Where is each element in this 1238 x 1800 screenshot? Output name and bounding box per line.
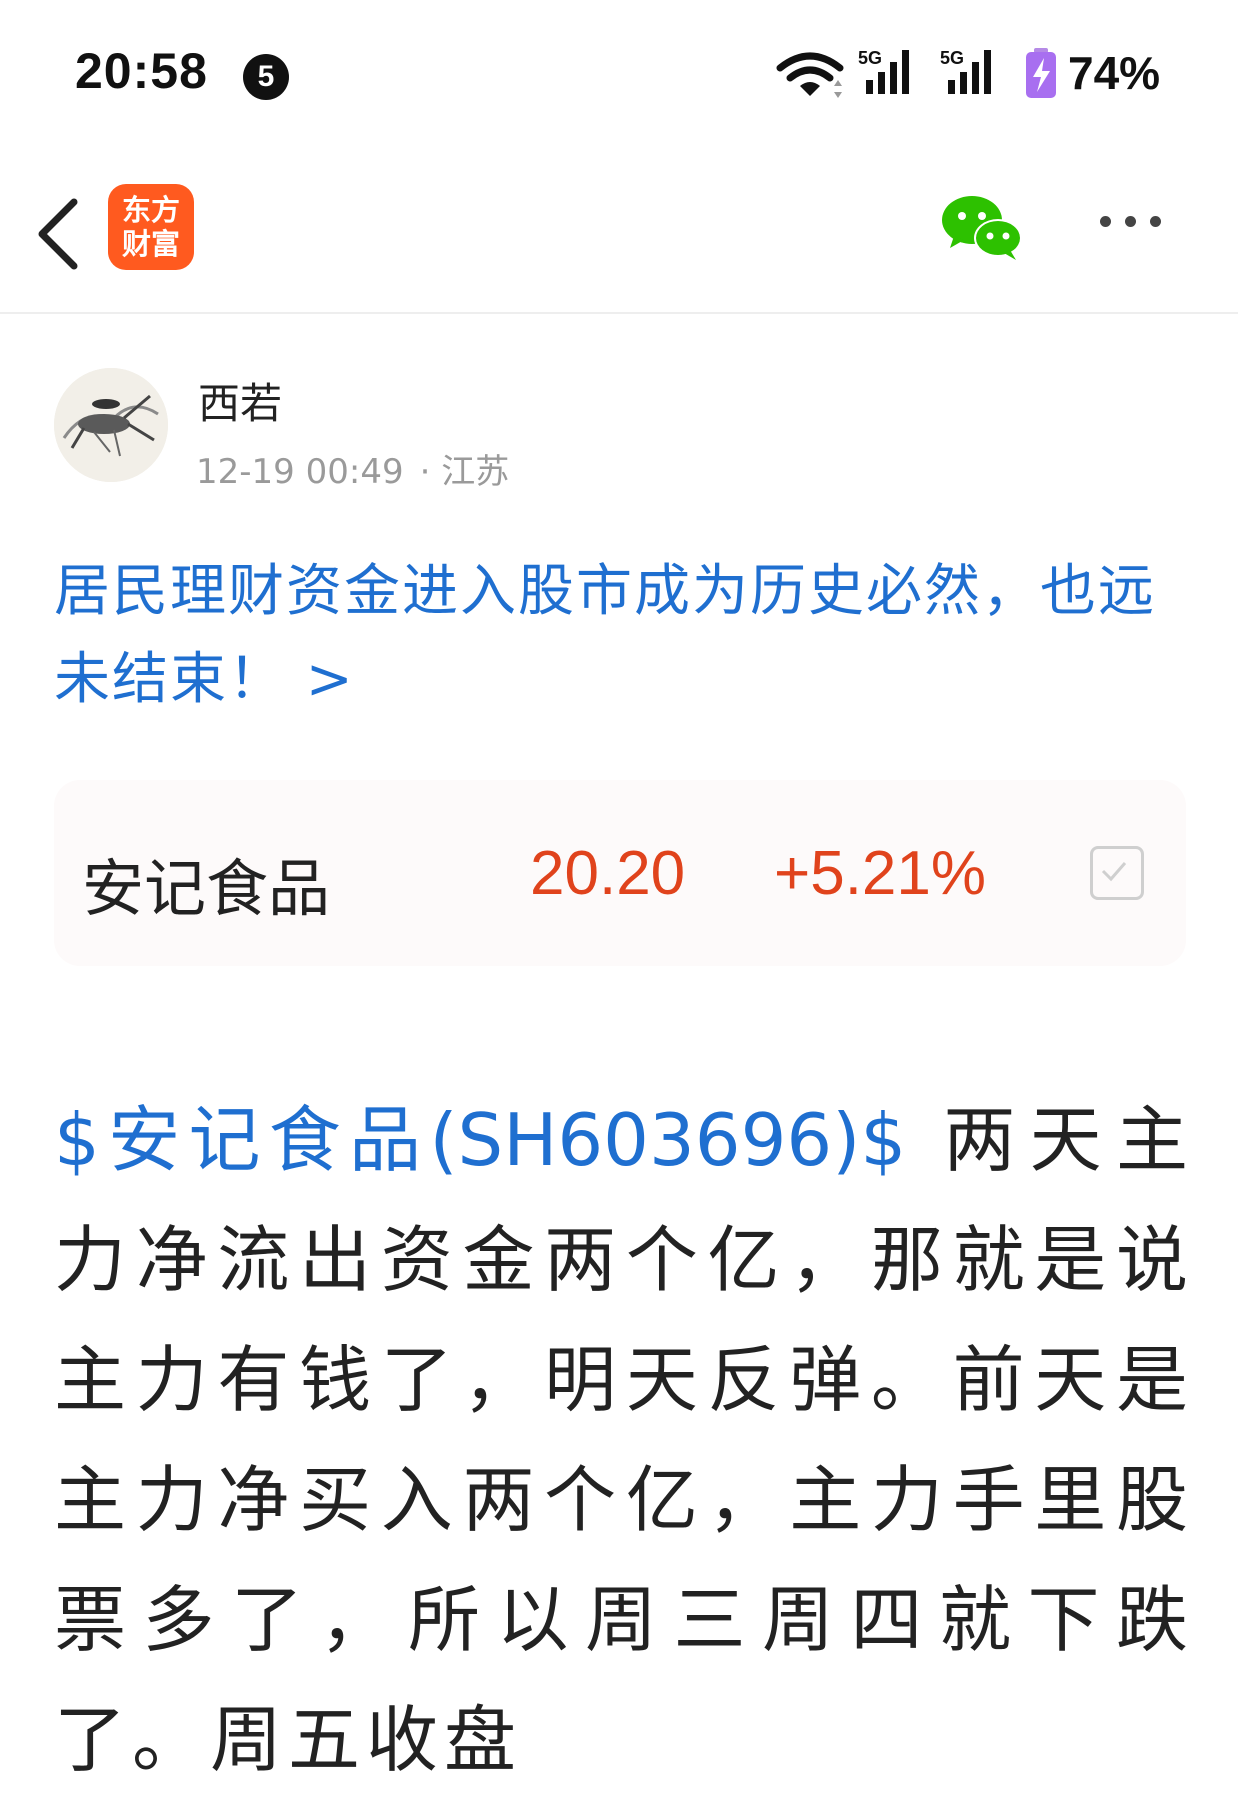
wechat-icon: [942, 196, 1022, 260]
wifi-icon: [776, 52, 844, 98]
status-bar: 20:58 5 5G 5G 74%: [0, 0, 1238, 150]
author-avatar[interactable]: [54, 368, 168, 482]
status-time: 20:58: [75, 43, 208, 99]
stock-quote-card[interactable]: 安记食品 20.20 +5.21%: [54, 780, 1186, 966]
stock-change-percent: +5.21%: [774, 839, 987, 908]
logo-line-1: 东方: [121, 193, 180, 227]
post-body-text: 两天主力净流出资金两个亿，那就是说主力有钱了，明天反弹。前天是主力净买入两个亿，…: [54, 1098, 1194, 1782]
more-icon-dot: [1150, 216, 1161, 227]
more-options-button[interactable]: [1100, 212, 1180, 242]
notification-count-badge: 5: [243, 54, 289, 100]
more-icon: [1100, 216, 1111, 227]
app-logo[interactable]: 东方 财富: [108, 184, 194, 270]
back-icon: [38, 198, 78, 270]
post-location: · 江苏: [419, 452, 510, 492]
post-title-link[interactable]: 居民理财资金进入股市成为历史必然，也远未结束！ >: [54, 548, 1194, 724]
post-meta: 12-19 00:49 · 江苏: [196, 444, 509, 493]
post-datetime: 12-19 00:49: [196, 452, 404, 492]
signal-5g-icon-1: 5G: [858, 48, 909, 94]
post-body: $安记食品(SH603696)$ 两天主力净流出资金两个亿，那就是说主力有钱了，…: [54, 1080, 1194, 1800]
stock-price: 20.20: [530, 839, 686, 908]
stock-name: 安记食品: [82, 852, 331, 925]
battery-percent: 74%: [1068, 47, 1161, 99]
signal-1-label: 5G: [858, 48, 882, 68]
author-name[interactable]: 西若: [198, 370, 282, 431]
signal-2-label: 5G: [940, 48, 964, 68]
avatar-image: [54, 368, 168, 482]
stock-mention-link[interactable]: $安记食品(SH603696)$: [54, 1098, 906, 1182]
logo-line-2: 财富: [121, 227, 180, 261]
more-icon-dot: [1125, 216, 1136, 227]
back-button[interactable]: [28, 188, 88, 278]
wechat-share-button[interactable]: [940, 192, 1024, 268]
check-icon: [1101, 862, 1127, 882]
signal-5g-icon-2: 5G: [940, 48, 991, 94]
battery-charging-icon: [1026, 48, 1056, 98]
add-to-watchlist-checkbox[interactable]: [1090, 846, 1144, 900]
top-navigation-bar: 东方 财富: [0, 150, 1238, 314]
